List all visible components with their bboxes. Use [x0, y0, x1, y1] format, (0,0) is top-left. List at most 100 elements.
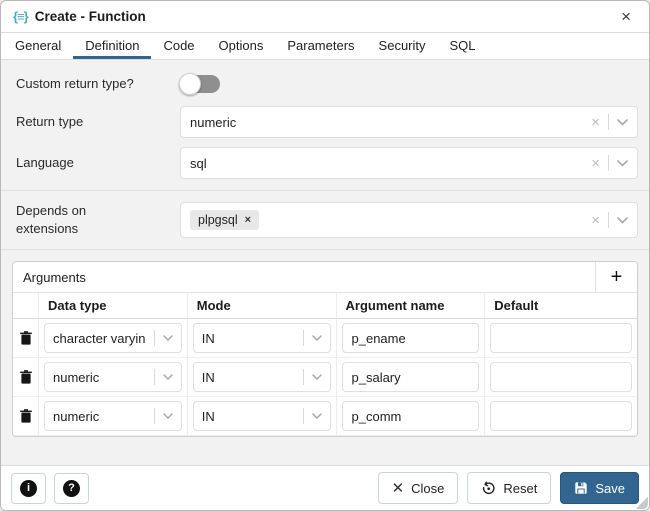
title-bar: {≡} Create - Function × [1, 1, 649, 33]
tab-code[interactable]: Code [151, 33, 206, 59]
reset-icon [481, 481, 496, 496]
table-cell: character varying [39, 319, 188, 358]
language-row: Language sql × [12, 147, 638, 179]
language-value: sql [190, 156, 207, 171]
return-type-value: numeric [190, 115, 236, 130]
section-divider [1, 249, 649, 250]
table-cell: IN [188, 397, 337, 436]
arguments-table: Data type Mode Argument name Default cha… [13, 293, 637, 436]
indicator-divider [608, 155, 609, 171]
reset-button[interactable]: Reset [467, 472, 551, 504]
close-icon[interactable]: × [615, 6, 637, 27]
delete-row-button[interactable] [13, 319, 39, 358]
close-button[interactable]: ✕ Close [378, 472, 459, 504]
delete-row-button[interactable] [13, 358, 39, 397]
save-button[interactable]: Save [560, 472, 639, 504]
arguments-panel: Arguments + Data type Mode Argument name… [12, 261, 638, 437]
default-value-input[interactable] [490, 362, 632, 392]
add-argument-button[interactable]: + [595, 262, 637, 292]
trash-icon [20, 409, 32, 423]
sql-help-button[interactable]: i [11, 473, 46, 504]
data-type-value: numeric [53, 370, 146, 385]
column-header-default: Default [485, 293, 637, 319]
indicator-divider [608, 212, 609, 228]
data-type-select[interactable]: numeric [44, 362, 182, 392]
column-header-mode: Mode [188, 293, 337, 319]
help-icon: ? [63, 480, 80, 497]
table-cell [485, 358, 637, 397]
chip-label: plpgsql [198, 213, 238, 227]
return-type-select[interactable]: numeric × [180, 106, 638, 138]
chevron-down-icon[interactable] [617, 160, 628, 167]
clear-icon[interactable]: × [591, 213, 600, 228]
default-value-input[interactable] [490, 401, 632, 431]
chevron-down-icon[interactable] [163, 374, 173, 380]
column-header-data-type: Data type [39, 293, 188, 319]
data-type-value: numeric [53, 409, 146, 424]
chevron-down-icon[interactable] [312, 374, 322, 380]
argument-name-input[interactable] [342, 401, 480, 431]
resize-grip[interactable] [636, 497, 648, 509]
trash-icon [20, 331, 32, 345]
column-header-argument-name: Argument name [337, 293, 486, 319]
tab-general[interactable]: General [3, 33, 73, 59]
dialog-help-button[interactable]: ? [54, 473, 89, 504]
clear-icon[interactable]: × [591, 156, 600, 171]
info-icon: i [20, 480, 37, 497]
tab-options[interactable]: Options [207, 33, 276, 59]
tab-sql[interactable]: SQL [438, 33, 488, 59]
function-icon: {≡} [13, 9, 28, 24]
mode-select[interactable]: IN [193, 401, 331, 431]
chevron-down-icon[interactable] [617, 119, 628, 126]
mode-select[interactable]: IN [193, 362, 331, 392]
definition-panel: Custom return type? Return type numeric … [1, 60, 649, 465]
close-x-icon: ✕ [392, 481, 405, 496]
arguments-title: Arguments [13, 270, 86, 285]
custom-return-type-row: Custom return type? [12, 75, 638, 93]
data-type-select[interactable]: character varying [44, 323, 182, 353]
clear-icon[interactable]: × [591, 115, 600, 130]
table-cell [337, 397, 486, 436]
data-type-select[interactable]: numeric [44, 401, 182, 431]
chevron-down-icon[interactable] [312, 413, 322, 419]
mode-value: IN [202, 331, 295, 346]
save-button-label: Save [595, 481, 625, 496]
mode-select[interactable]: IN [193, 323, 331, 353]
language-select[interactable]: sql × [180, 147, 638, 179]
chip-remove-icon[interactable]: × [245, 214, 251, 226]
delete-row-button[interactable] [13, 397, 39, 436]
selected-extension-chip: plpgsql × [190, 210, 259, 230]
depends-on-extensions-label: Depends on extensions [12, 202, 180, 237]
table-cell [337, 319, 486, 358]
return-type-row: Return type numeric × [12, 106, 638, 138]
chevron-down-icon[interactable] [617, 217, 628, 224]
indicator-divider [608, 114, 609, 130]
table-cell: numeric [39, 358, 188, 397]
default-value-input[interactable] [490, 323, 632, 353]
column-header-actions [13, 293, 39, 319]
table-cell [485, 319, 637, 358]
arguments-header: Arguments + [13, 262, 637, 293]
custom-return-type-label: Custom return type? [12, 75, 180, 93]
trash-icon [20, 370, 32, 384]
depends-on-extensions-select[interactable]: plpgsql × × [180, 202, 638, 238]
depends-on-extensions-row: Depends on extensions plpgsql × × [12, 202, 638, 238]
tab-parameters[interactable]: Parameters [275, 33, 366, 59]
table-cell: IN [188, 358, 337, 397]
chevron-down-icon[interactable] [163, 335, 173, 341]
table-cell: IN [188, 319, 337, 358]
return-type-label: Return type [12, 113, 180, 131]
chevron-down-icon[interactable] [312, 335, 322, 341]
table-cell [337, 358, 486, 397]
toggle-knob [179, 73, 201, 95]
section-divider [1, 190, 649, 191]
table-cell: numeric [39, 397, 188, 436]
custom-return-type-toggle[interactable] [180, 75, 220, 93]
argument-name-input[interactable] [342, 362, 480, 392]
reset-button-label: Reset [503, 481, 537, 496]
tab-definition[interactable]: Definition [73, 33, 151, 59]
argument-name-input[interactable] [342, 323, 480, 353]
mode-value: IN [202, 370, 295, 385]
chevron-down-icon[interactable] [163, 413, 173, 419]
tab-security[interactable]: Security [367, 33, 438, 59]
